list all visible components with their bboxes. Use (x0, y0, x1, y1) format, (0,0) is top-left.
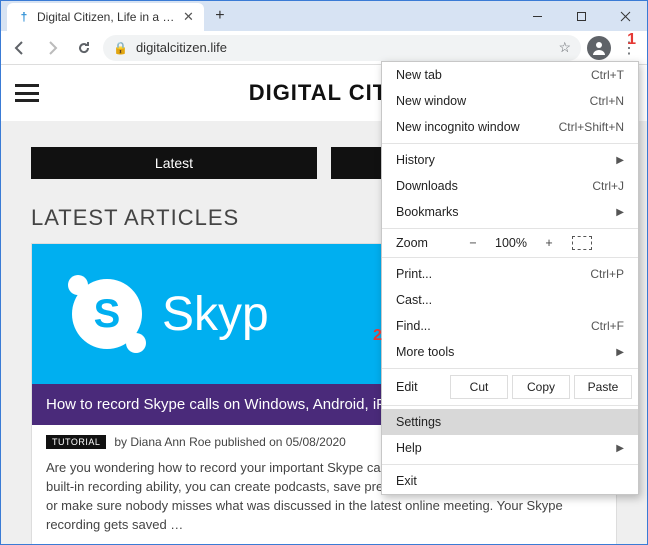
menu-find[interactable]: Find...Ctrl+F (382, 313, 638, 339)
menu-history[interactable]: History▶ (382, 147, 638, 173)
titlebar: † Digital Citizen, Life in a digital wo … (1, 1, 647, 31)
browser-tab[interactable]: † Digital Citizen, Life in a digital wo … (7, 3, 204, 31)
menu-copy[interactable]: Copy (512, 375, 570, 399)
chevron-right-icon: ▶ (616, 207, 624, 218)
hamburger-icon[interactable] (15, 84, 39, 102)
menu-downloads[interactable]: DownloadsCtrl+J (382, 173, 638, 199)
chevron-right-icon: ▶ (616, 443, 624, 454)
zoom-out-button[interactable]: − (460, 236, 486, 250)
menu-bookmarks[interactable]: Bookmarks▶ (382, 199, 638, 225)
chrome-menu: New tabCtrl+T New windowCtrl+N New incog… (381, 61, 639, 495)
toolbar: 🔒 digitalcitizen.life ☆ ⋮ (1, 31, 647, 65)
hero-text: Skyp (162, 287, 269, 342)
menu-new-tab[interactable]: New tabCtrl+T (382, 62, 638, 88)
category-badge: TUTORIAL (46, 435, 106, 449)
menu-print[interactable]: Print...Ctrl+P (382, 261, 638, 287)
fullscreen-icon[interactable] (572, 236, 592, 250)
back-button[interactable] (7, 35, 33, 61)
close-window-button[interactable] (603, 1, 647, 31)
chevron-right-icon: ▶ (616, 347, 624, 358)
menu-new-window[interactable]: New windowCtrl+N (382, 88, 638, 114)
menu-cut[interactable]: Cut (450, 375, 508, 399)
tab-latest[interactable]: Latest (31, 147, 317, 179)
bookmark-star-icon[interactable]: ☆ (558, 39, 571, 56)
tab-strip: † Digital Citizen, Life in a digital wo … (1, 1, 515, 31)
zoom-in-button[interactable]: + (536, 236, 562, 250)
chevron-right-icon: ▶ (616, 155, 624, 166)
profile-avatar[interactable] (587, 36, 611, 60)
new-tab-button[interactable]: + (208, 4, 232, 28)
close-tab-icon[interactable]: ✕ (183, 9, 194, 25)
minimize-button[interactable] (515, 1, 559, 31)
address-bar[interactable]: 🔒 digitalcitizen.life ☆ (103, 35, 581, 61)
byline: by Diana Ann Roe published on 05/08/2020 (114, 435, 346, 449)
maximize-button[interactable] (559, 1, 603, 31)
menu-incognito[interactable]: New incognito windowCtrl+Shift+N (382, 114, 638, 140)
tab-title: Digital Citizen, Life in a digital wo (37, 10, 177, 24)
menu-more-tools[interactable]: More tools▶ (382, 339, 638, 365)
menu-cast[interactable]: Cast... (382, 287, 638, 313)
annotation-2: 2 (373, 327, 382, 345)
menu-zoom: Zoom − 100% + (382, 232, 638, 254)
lock-icon: 🔒 (113, 41, 128, 55)
annotation-1: 1 (627, 31, 636, 49)
url-text: digitalcitizen.life (136, 40, 227, 55)
skype-icon: S (72, 279, 142, 349)
menu-paste[interactable]: Paste (574, 375, 632, 399)
favicon-icon: † (17, 10, 31, 24)
menu-help[interactable]: Help▶ (382, 435, 638, 461)
menu-edit-row: Edit Cut Copy Paste (382, 372, 638, 402)
menu-exit[interactable]: Exit (382, 468, 638, 494)
zoom-value: 100% (490, 236, 532, 250)
window-controls (515, 1, 647, 31)
menu-settings[interactable]: Settings (382, 409, 638, 435)
reload-button[interactable] (71, 35, 97, 61)
forward-button[interactable] (39, 35, 65, 61)
